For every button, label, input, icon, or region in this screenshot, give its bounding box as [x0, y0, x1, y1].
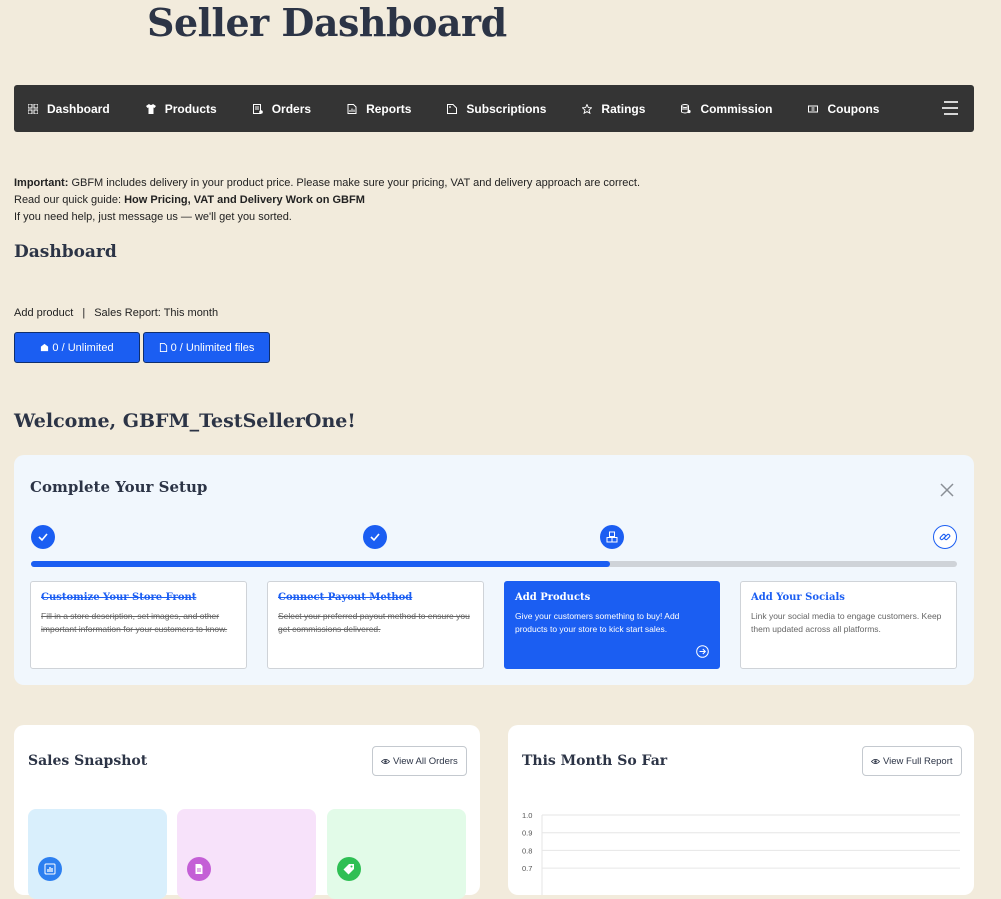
nav-label: Dashboard: [47, 101, 110, 116]
nav-reports[interactable]: Reports: [347, 102, 411, 116]
sales-report-link[interactable]: Sales Report: This month: [94, 307, 218, 319]
hamburger-icon[interactable]: [942, 100, 958, 116]
quota-row: 0 / Unlimited 0 / Unlimited files: [14, 332, 270, 363]
product-quota-button[interactable]: 0 / Unlimited: [14, 332, 140, 363]
nav-label: Reports: [366, 101, 412, 116]
sales-line-chart: 1.0 0.9 0.8 0.7: [522, 811, 960, 895]
nav-products[interactable]: Products: [145, 101, 217, 116]
snapshot-card-orders: [177, 809, 316, 899]
file-quota-button[interactable]: 0 / Unlimited files: [143, 332, 270, 363]
notice-label: Important:: [14, 177, 69, 189]
nav-dashboard[interactable]: Dashboard: [28, 102, 110, 116]
y-tick-label: 0.7: [522, 864, 532, 873]
step-3-boxes-icon: [600, 525, 624, 549]
step-desc: Give your customers something to buy! Ad…: [515, 611, 680, 634]
setup-progress-fill: [31, 561, 610, 567]
box-icon: [40, 343, 49, 352]
step-title: Add Your Socials: [751, 592, 845, 603]
shirt-icon: [145, 103, 156, 114]
nav-label: Orders: [271, 101, 312, 116]
step-1-check-icon: [31, 525, 55, 549]
y-tick-label: 1.0: [522, 811, 532, 820]
tag-icon: [447, 103, 458, 114]
step-title: Customize Your Store Front: [41, 592, 197, 603]
add-product-link[interactable]: Add product: [14, 307, 73, 319]
help-text: If you need help, just message us — we'l…: [14, 211, 292, 223]
report-icon: [347, 103, 357, 114]
step-card-payout[interactable]: Connect Payout Method Select your prefer…: [267, 581, 484, 669]
snapshot-card-earnings: [327, 809, 466, 899]
file-quota-label: 0 / Unlimited files: [170, 341, 255, 354]
orders-icon: [252, 103, 263, 114]
step-card-storefront[interactable]: Customize Your Store Front Fill in a sto…: [30, 581, 247, 669]
nav-label: Subscriptions: [466, 101, 547, 116]
step-desc: Link your social media to engage custome…: [751, 611, 942, 634]
page-title: Seller Dashboard: [147, 0, 507, 45]
guide-text: Read our quick guide:: [14, 194, 125, 206]
sales-snapshot-panel: Sales Snapshot View All Orders: [14, 725, 480, 899]
nav-orders[interactable]: Orders: [252, 101, 312, 116]
view-all-orders-button[interactable]: View All Orders: [372, 746, 467, 776]
star-icon: [582, 103, 593, 114]
coupon-icon: [808, 104, 819, 114]
product-quota-label: 0 / Unlimited: [52, 341, 114, 354]
nav-label: Products: [164, 101, 217, 116]
nav-commission[interactable]: Commission: [681, 102, 772, 116]
separator: |: [82, 307, 86, 319]
dashboard-links: Add product | Sales Report: This month: [14, 307, 218, 319]
eye-icon: [381, 757, 390, 766]
step-title: Add Products: [515, 592, 591, 603]
step-title: Connect Payout Method: [278, 592, 413, 603]
step-4-link-icon: [933, 525, 957, 549]
setup-title: Complete Your Setup: [30, 478, 208, 496]
main-navbar: Dashboard Products Orders Reports Subscr…: [14, 85, 974, 132]
step-card-socials[interactable]: Add Your Socials Link your social media …: [740, 581, 957, 669]
chart-icon: [38, 857, 62, 881]
y-tick-label: 0.8: [522, 846, 532, 855]
document-icon: [187, 857, 211, 881]
important-notice: Important: GBFM includes delivery in you…: [14, 175, 714, 226]
nav-label: Coupons: [827, 101, 880, 116]
nav-ratings[interactable]: Ratings: [582, 102, 645, 116]
sales-snapshot-title: Sales Snapshot: [28, 753, 148, 769]
step-card-add-products[interactable]: Add Products Give your customers somethi…: [504, 581, 720, 669]
y-tick-label: 0.9: [522, 829, 532, 838]
step-2-check-icon: [363, 525, 387, 549]
nav-label: Ratings: [601, 101, 646, 116]
setup-card: Complete Your Setup Customize Your Store…: [14, 455, 974, 685]
grid-icon: [28, 103, 38, 114]
close-icon[interactable]: [940, 483, 954, 497]
nav-subscriptions[interactable]: Subscriptions: [447, 102, 546, 116]
nav-label: Commission: [700, 101, 773, 116]
welcome-heading: Welcome, GBFM_TestSellerOne!: [14, 410, 356, 432]
this-month-panel: This Month So Far View Full Report 1.0 0.…: [508, 725, 974, 895]
coins-icon: [681, 103, 692, 114]
view-all-orders-label: View All Orders: [393, 755, 458, 767]
arrow-right-circle-icon[interactable]: [696, 645, 709, 658]
nav-coupons[interactable]: Coupons: [808, 102, 879, 116]
setup-progress-bar: [31, 561, 957, 567]
step-desc: Select your preferred payout method to e…: [278, 611, 470, 634]
file-icon: [159, 343, 168, 352]
dashboard-heading: Dashboard: [14, 242, 117, 262]
tag-icon: [337, 857, 361, 881]
guide-link[interactable]: How Pricing, VAT and Delivery Work on GB…: [124, 194, 365, 206]
step-desc: Fill in a store description, set images,…: [41, 611, 228, 634]
snapshot-card-sales: [28, 809, 167, 899]
notice-text: GBFM includes delivery in your product p…: [68, 177, 641, 189]
